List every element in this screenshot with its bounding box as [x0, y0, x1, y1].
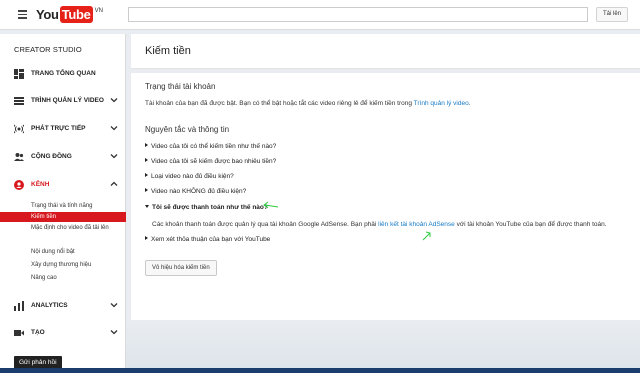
sidebar-item-video-manager[interactable]: TRÌNH QUẢN LÝ VIDEO [0, 93, 126, 109]
menu-icon[interactable] [18, 10, 27, 19]
payment-text-post: với tài khoản YouTube của bạn để được th… [454, 221, 607, 228]
status-text-pre: Tài khoản của bạn đã được bật. Bạn có th… [145, 100, 414, 107]
page-background [126, 320, 640, 373]
sidebar-item-create[interactable]: TẠO [0, 325, 126, 341]
faq-item[interactable]: Loại video nào đủ điều kiện? [145, 173, 234, 180]
video-manager-link[interactable]: Trình quản lý video [414, 100, 469, 107]
chevron-down-icon [110, 126, 118, 131]
upload-button[interactable]: Tải lên [596, 7, 628, 22]
annotation-arrow-icon [263, 201, 279, 209]
youtube-logo[interactable]: You Tube VN [36, 6, 103, 24]
faq-item[interactable]: Video nào KHÔNG đủ điều kiện? [145, 188, 246, 195]
sidebar-subitem-upload-defaults[interactable]: Mặc định cho video đã tải lên [0, 224, 126, 244]
disable-monetization-button[interactable]: Vô hiệu hóa kiếm tiền [145, 260, 217, 276]
channel-icon [14, 180, 24, 190]
sidebar-subitem-advanced[interactable]: Nâng cao [0, 274, 126, 284]
terms-item[interactable]: Xem xét thỏa thuận của bạn với YouTube [145, 236, 270, 243]
chevron-down-icon [110, 303, 118, 308]
sidebar-item-community[interactable]: CỘNG ĐỒNG [0, 149, 126, 165]
expand-arrow-icon [145, 158, 148, 162]
chevron-down-icon [110, 154, 118, 159]
chevron-up-icon [110, 181, 118, 186]
sidebar-item-analytics[interactable]: ANALYTICS [0, 298, 126, 314]
annotation-arrow-icon [422, 231, 431, 241]
faq-item-expanded[interactable]: Tôi sẽ được thanh toán như thế nào? [145, 204, 268, 211]
create-icon [14, 330, 24, 336]
dashboard-icon [14, 69, 24, 79]
payment-info-text: Các khoản thanh toán được quản lý qua tà… [152, 221, 607, 228]
account-status-text: Tài khoản của bạn đã được bật. Bạn có th… [145, 100, 471, 107]
expand-arrow-icon [145, 236, 148, 240]
sidebar-item-dashboard[interactable]: TRANG TỔNG QUAN [0, 66, 126, 82]
sidebar-subitem-status[interactable]: Trạng thái và tính năng [0, 201, 126, 211]
page-title: Kiếm tiền [145, 45, 191, 57]
monetization-panel: Trạng thái tài khoản Tài khoản của bạn đ… [131, 73, 640, 320]
faq-label: Video nào KHÔNG đủ điều kiện? [151, 188, 247, 195]
chevron-down-icon [110, 98, 118, 103]
sidebar: CREATOR STUDIO TRANG TỔNG QUAN TRÌNH QUẢ… [0, 34, 126, 373]
sidebar-item-label: TRANG TỔNG QUAN [31, 70, 96, 77]
search-input[interactable] [128, 7, 588, 22]
sidebar-subitem-branding[interactable]: Xây dựng thương hiệu [0, 261, 126, 271]
sidebar-item-label: TẠO [31, 329, 45, 336]
terms-label: Xem xét thỏa thuận của bạn với YouTube [151, 236, 271, 243]
faq-label: Video của tôi có thể kiếm tiền như thế n… [151, 143, 277, 150]
status-text-post: . [468, 100, 471, 107]
faq-label: Loại video nào đủ điều kiện? [151, 173, 234, 180]
taskbar [0, 368, 640, 373]
chevron-down-icon [110, 330, 118, 335]
faq-label: Video của tôi sẽ kiếm được bao nhiêu tiề… [151, 158, 277, 165]
sidebar-item-label: KÊNH [31, 181, 50, 188]
creator-studio-title: CREATOR STUDIO [14, 45, 82, 54]
expand-arrow-icon [145, 143, 148, 147]
guidelines-heading: Nguyên tắc và thông tin [145, 125, 230, 134]
adsense-link[interactable]: liên kết tài khoản AdSense [378, 221, 455, 228]
account-status-heading: Trạng thái tài khoản [145, 82, 216, 91]
video-manager-icon [14, 97, 24, 105]
logo-country: VN [94, 8, 103, 14]
collapse-arrow-icon [145, 205, 149, 208]
sidebar-item-label: CỘNG ĐỒNG [31, 153, 72, 160]
logo-you: You [36, 7, 59, 22]
sidebar-item-label: ANALYTICS [31, 302, 68, 309]
logo-tube: Tube [59, 6, 93, 23]
sidebar-subitem-monetization[interactable]: Kiếm tiền [0, 212, 126, 222]
analytics-icon [14, 301, 24, 311]
top-bar: You Tube VN Tải lên [0, 0, 640, 30]
sidebar-item-label: PHÁT TRỰC TIẾP [31, 125, 86, 132]
sidebar-item-label: TRÌNH QUẢN LÝ VIDEO [31, 97, 104, 104]
expand-arrow-icon [145, 188, 148, 192]
faq-item[interactable]: Video của tôi có thể kiếm tiền như thế n… [145, 143, 276, 150]
faq-item[interactable]: Video của tôi sẽ kiếm được bao nhiêu tiề… [145, 158, 276, 165]
faq-label: Tôi sẽ được thanh toán như thế nào? [152, 204, 268, 211]
expand-arrow-icon [145, 173, 148, 177]
payment-text-pre: Các khoản thanh toán được quản lý qua tà… [152, 221, 379, 228]
community-icon [14, 153, 24, 161]
sidebar-item-live[interactable]: PHÁT TRỰC TIẾP [0, 121, 126, 137]
sidebar-subitem-featured-content[interactable]: Nội dung nổi bật [0, 248, 126, 258]
live-icon [14, 124, 24, 134]
sidebar-item-channel[interactable]: KÊNH [0, 177, 126, 193]
page-header: Kiếm tiền [131, 34, 640, 69]
